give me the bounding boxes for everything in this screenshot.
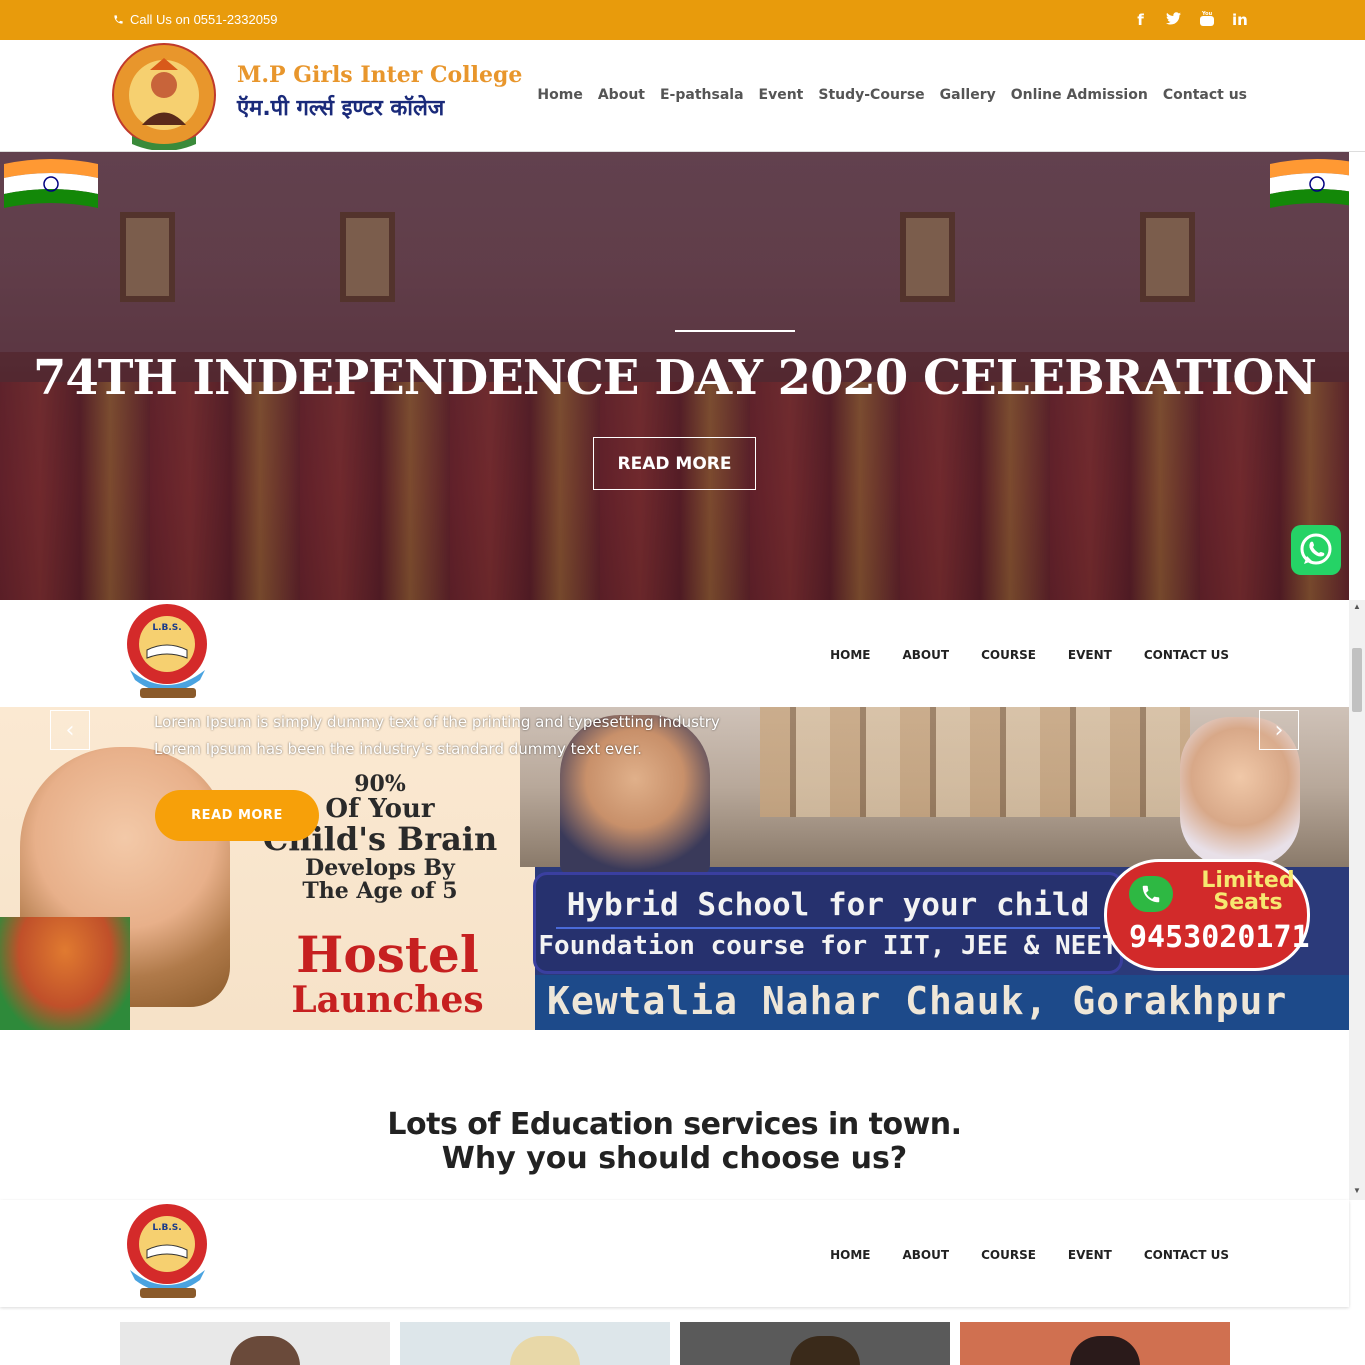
hostel-line-2: Launches: [291, 978, 484, 1021]
india-flag-icon: [4, 159, 98, 208]
thumbnail-image: [790, 1336, 860, 1365]
scroll-down-icon[interactable]: ▼: [1353, 1186, 1361, 1195]
site-header: M.P Girls Inter College ऍम.पी गर्ल्स इण्…: [0, 40, 1365, 152]
limited-seats-label: Limited Seats: [1183, 870, 1313, 914]
nav-about[interactable]: ABOUT: [903, 1248, 950, 1262]
banner-caption: Lorem Ipsum is simply dummy text of the …: [154, 709, 720, 763]
nav-home[interactable]: HOME: [830, 1248, 870, 1262]
nav-about[interactable]: ABOUT: [903, 648, 950, 662]
svg-text:You: You: [1201, 11, 1213, 17]
india-flag-icon: [1270, 159, 1349, 208]
nav-e-pathsala[interactable]: E-pathsala: [660, 87, 744, 103]
services-line-1: Lots of Education services in town.: [387, 1107, 962, 1142]
academy-logo[interactable]: L.B.S.: [120, 600, 220, 706]
svg-text:L.B.S.: L.B.S.: [152, 1223, 181, 1233]
hybrid-line-2: Foundation course for IIT, JEE & NEET: [538, 931, 1118, 961]
thumbnail-image: [1070, 1336, 1140, 1365]
nav-course[interactable]: COURSE: [981, 648, 1036, 662]
address-strip: Kewtalia Nahar Chauk, Gorakhpur: [535, 975, 1349, 1030]
banner-slider: 90% Of Your Child's Brain Develops By Th…: [0, 707, 1349, 1030]
academy-header: L.B.S. HOME ABOUT COURSE EVENT CONTACT U…: [0, 600, 1349, 707]
academy-logo[interactable]: L.B.S.: [120, 1200, 220, 1306]
hero-title: 74TH INDEPENDENCE DAY 2020 CELEBRATION: [32, 350, 1317, 406]
scrollbar[interactable]: ▲ ▼: [1349, 600, 1365, 1200]
twitter-icon[interactable]: [1166, 11, 1181, 29]
thumbnail-image: [510, 1336, 580, 1365]
service-thumbnail[interactable]: [680, 1322, 950, 1365]
phone-icon: [1129, 876, 1173, 912]
phone-text: Call Us on 0551-2332059: [130, 12, 278, 27]
brand-name: M.P Girls Inter College: [237, 62, 523, 88]
nav-home[interactable]: HOME: [830, 648, 870, 662]
nav-study-course[interactable]: Study-Course: [818, 87, 924, 103]
nav-event[interactable]: EVENT: [1068, 648, 1112, 662]
hybrid-line-1: Hybrid School for your child: [566, 887, 1090, 923]
top-bar: Call Us on 0551-2332059 f You in: [0, 0, 1365, 40]
nav-event[interactable]: EVENT: [1068, 1248, 1112, 1262]
nav-about[interactable]: About: [598, 87, 645, 103]
nav-gallery[interactable]: Gallery: [940, 87, 996, 103]
hero-read-more-button[interactable]: READ MORE: [593, 437, 756, 490]
hybrid-divider: [556, 927, 1100, 929]
seats-label: Seats: [1213, 890, 1283, 915]
youtube-icon[interactable]: You: [1199, 10, 1214, 30]
scrollbar-thumb[interactable]: [1352, 648, 1362, 712]
limited-seats-badge: Limited Seats 9453020171: [1104, 859, 1310, 971]
nav-contact-us[interactable]: Contact us: [1163, 87, 1247, 103]
banner-read-more-button[interactable]: READ MORE: [155, 790, 319, 841]
chevron-right-icon: ›: [1274, 717, 1284, 743]
services-heading: Lots of Education services in town. Why …: [0, 1108, 1349, 1176]
brain-line-5: The Age of 5: [302, 878, 458, 905]
hero-slider: 74TH INDEPENDENCE DAY 2020 CELEBRATION R…: [0, 152, 1349, 600]
academy-sticky-header: L.B.S. HOME ABOUT COURSE EVENT CONTACT U…: [0, 1200, 1349, 1307]
nav-event[interactable]: Event: [759, 87, 804, 103]
phone-contact[interactable]: Call Us on 0551-2332059: [113, 12, 277, 27]
services-line-2: Why you should choose us?: [441, 1141, 908, 1176]
limited-label: Limited: [1201, 868, 1295, 893]
thumbnail-image: [230, 1336, 300, 1365]
nav-contact-us[interactable]: CONTACT US: [1144, 648, 1229, 662]
nav-home[interactable]: Home: [537, 87, 582, 103]
banner-school-building: [760, 707, 1190, 817]
college-logo[interactable]: [112, 40, 218, 151]
slider-next-button[interactable]: ›: [1259, 710, 1299, 750]
banner-mushroom-image: [0, 917, 130, 1030]
nav-contact-us[interactable]: CONTACT US: [1144, 1248, 1229, 1262]
social-links: f You in: [1133, 10, 1248, 30]
whatsapp-icon: [1300, 533, 1332, 565]
service-thumbnail[interactable]: [400, 1322, 670, 1365]
facebook-icon[interactable]: f: [1133, 11, 1148, 29]
hero-divider: [675, 330, 795, 332]
address-text: Kewtalia Nahar Chauk, Gorakhpur: [547, 979, 1288, 1023]
caption-line-1: Lorem Ipsum is simply dummy text of the …: [154, 713, 720, 731]
page: Call Us on 0551-2332059 f You in M.P Gir…: [0, 0, 1365, 1365]
seats-phone-number: 9453020171: [1129, 920, 1310, 955]
nav-course[interactable]: COURSE: [981, 1248, 1036, 1262]
linkedin-icon[interactable]: in: [1232, 11, 1248, 29]
whatsapp-button[interactable]: [1291, 525, 1341, 575]
scroll-up-icon[interactable]: ▲: [1353, 602, 1361, 611]
slider-prev-button[interactable]: ‹: [50, 710, 90, 750]
phone-icon: [114, 15, 123, 24]
hostel-text: Hostel Launches: [270, 925, 505, 1021]
services-thumbnails: [120, 1322, 1230, 1365]
academy-nav: HOME ABOUT COURSE EVENT CONTACT US: [830, 648, 1229, 662]
hybrid-school-box: Hybrid School for your child Foundation …: [533, 872, 1123, 974]
brain-line-4: Develops By: [305, 854, 455, 881]
svg-text:L.B.S.: L.B.S.: [152, 623, 181, 633]
chevron-left-icon: ‹: [65, 717, 75, 743]
academy-nav: HOME ABOUT COURSE EVENT CONTACT US: [830, 1248, 1229, 1262]
brand-name-hindi: ऍम.पी गर्ल्स इण्टर कॉलेज: [237, 96, 445, 121]
hostel-line-1: Hostel: [296, 925, 479, 984]
nav-online-admission[interactable]: Online Admission: [1011, 87, 1148, 103]
service-thumbnail[interactable]: [960, 1322, 1230, 1365]
service-thumbnail[interactable]: [120, 1322, 390, 1365]
main-nav: Home About E-pathsala Event Study-Course…: [537, 87, 1247, 103]
caption-line-2: Lorem Ipsum has been the industry's stan…: [154, 740, 642, 758]
